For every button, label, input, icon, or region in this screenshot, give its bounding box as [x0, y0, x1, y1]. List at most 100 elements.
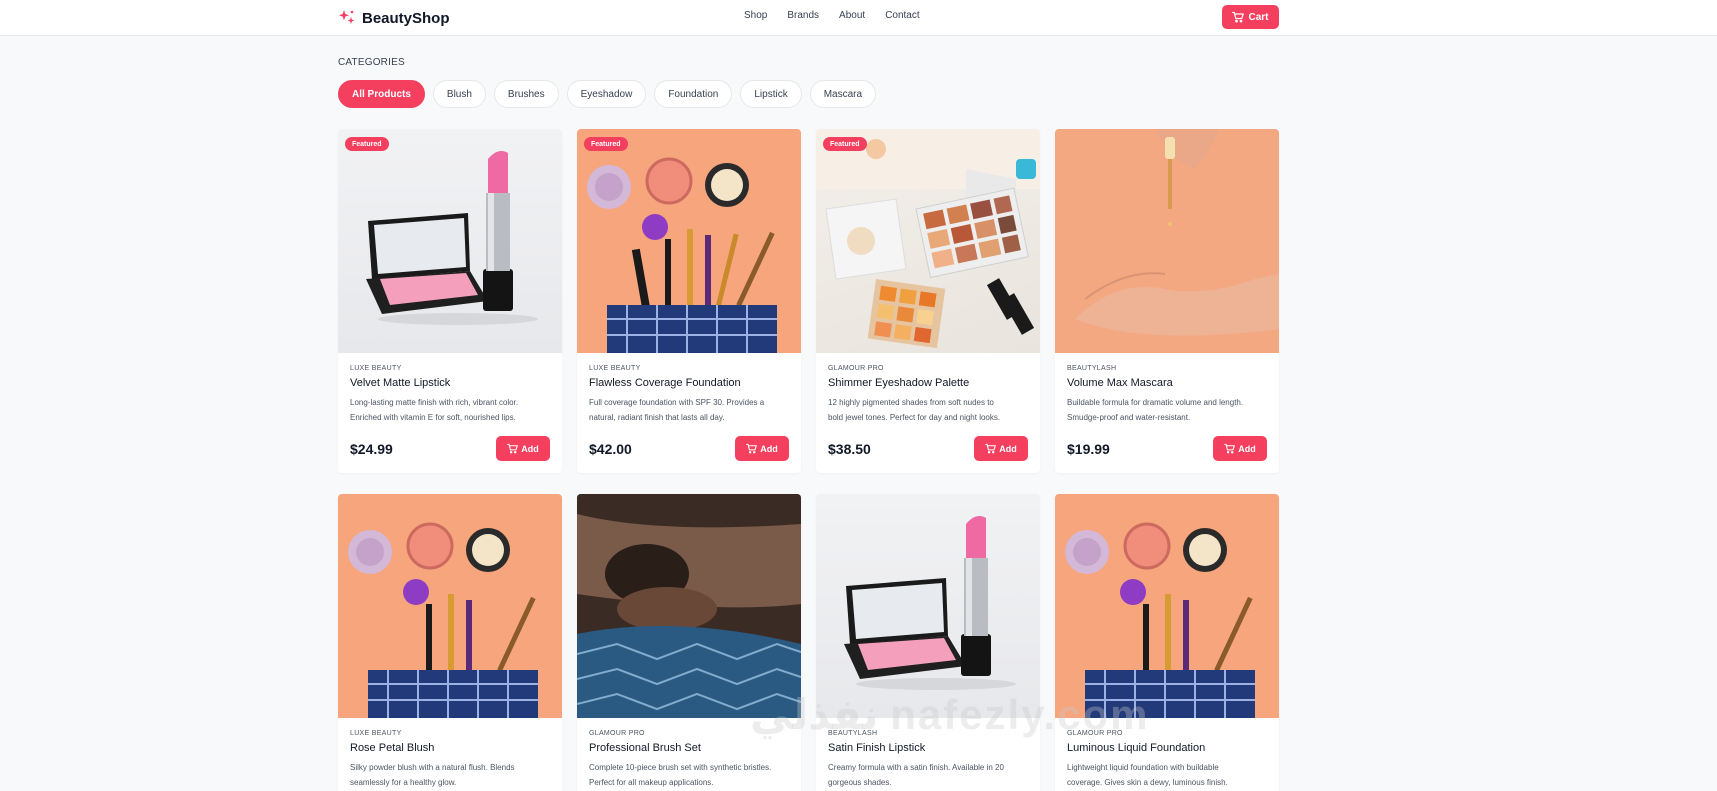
lipstick-compact-image	[366, 151, 538, 325]
product-name[interactable]: Shimmer Eyeshadow Palette	[828, 377, 1028, 389]
eyeshadow-palette-image	[816, 129, 1040, 349]
description-line: Full coverage foundation with SPF 30. Pr…	[589, 398, 765, 407]
product-name[interactable]: Professional Brush Set	[589, 742, 789, 754]
add-label: Add	[1238, 443, 1256, 454]
description-line: seamlessly for a healthy glow.	[350, 778, 457, 787]
product-card[interactable]: LUXE BEAUTY Rose Petal Blush Silky powde…	[338, 494, 562, 791]
product-image[interactable]	[816, 494, 1040, 718]
add-label: Add	[999, 443, 1017, 454]
product-card[interactable]: GLAMOUR PRO Professional Brush Set Compl…	[577, 494, 801, 791]
product-description: Buildable formula for dramatic volume an…	[1067, 395, 1267, 425]
product-name[interactable]: Satin Finish Lipstick	[828, 742, 1028, 754]
category-eyeshadow[interactable]: Eyeshadow	[566, 80, 647, 108]
category-all-products[interactable]: All Products	[338, 80, 425, 108]
product-name[interactable]: Luminous Liquid Foundation	[1067, 742, 1267, 754]
cart-icon	[507, 443, 519, 454]
product-description: Creamy formula with a satin finish. Avai…	[828, 760, 1028, 790]
product-price: $24.99	[350, 440, 393, 457]
add-to-cart-button[interactable]: Add	[496, 436, 550, 461]
description-line: Buildable formula for dramatic volume an…	[1067, 398, 1244, 407]
sparkle-icon	[339, 10, 355, 24]
description-line: natural, radiant finish that lasts all d…	[589, 413, 725, 422]
serum-dropper-image	[1075, 129, 1279, 336]
cart-label: Cart	[1248, 11, 1269, 23]
nav-brands[interactable]: Brands	[787, 10, 819, 21]
product-card[interactable]: BEAUTYLASH Volume Max Mascara Buildable …	[1055, 129, 1279, 473]
category-lipstick[interactable]: Lipstick	[740, 80, 802, 108]
makeup-flatlay-image	[587, 157, 777, 353]
product-image[interactable]	[338, 494, 562, 718]
product-image[interactable]	[577, 494, 801, 718]
category-mascara[interactable]: Mascara	[809, 80, 877, 108]
featured-badge: Featured	[584, 137, 628, 151]
product-price: $38.50	[828, 440, 871, 457]
lipstick-compact-image	[844, 516, 1016, 690]
spa-massage-image	[577, 494, 801, 718]
add-label: Add	[760, 443, 778, 454]
category-filter: All Products Blush Brushes Eyeshadow Fou…	[338, 80, 877, 108]
product-image[interactable]	[1055, 129, 1279, 353]
description-line: Enriched with vitamin E for soft, nouris…	[350, 413, 516, 422]
featured-badge: Featured	[823, 137, 867, 151]
description-line: Perfect for all makeup applications.	[589, 778, 714, 787]
description-line: Long-lasting matte finish with rich, vib…	[350, 398, 519, 407]
product-card[interactable]: BEAUTYLASH Satin Finish Lipstick Creamy …	[816, 494, 1040, 791]
product-price: $42.00	[589, 440, 632, 457]
product-card[interactable]: Featured LUXE BEAUTY Flawless Coverage F…	[577, 129, 801, 473]
product-name[interactable]: Rose Petal Blush	[350, 742, 550, 754]
product-name[interactable]: Velvet Matte Lipstick	[350, 377, 550, 389]
description-line: 12 highly pigmented shades from soft nud…	[828, 398, 994, 407]
nav-contact[interactable]: Contact	[885, 10, 919, 21]
description-line: gorgeous shades.	[828, 778, 892, 787]
product-price: $19.99	[1067, 440, 1110, 457]
cart-icon	[1232, 11, 1245, 23]
description-line: Smudge-proof and water-resistant.	[1067, 413, 1191, 422]
description-line: coverage. Gives skin a dewy, luminous fi…	[1067, 778, 1228, 787]
cart-icon	[746, 443, 758, 454]
product-name[interactable]: Flawless Coverage Foundation	[589, 377, 789, 389]
description-line: Creamy formula with a satin finish. Avai…	[828, 763, 1004, 772]
category-blush[interactable]: Blush	[432, 80, 486, 108]
product-description: 12 highly pigmented shades from soft nud…	[828, 395, 1028, 425]
product-description: Silky powder blush with a natural flush.…	[350, 760, 550, 790]
product-description: Long-lasting matte finish with rich, vib…	[350, 395, 550, 425]
category-brushes[interactable]: Brushes	[493, 80, 559, 108]
product-brand: GLAMOUR PRO	[828, 365, 884, 372]
featured-badge: Featured	[345, 137, 389, 151]
brand-logo[interactable]: BeautyShop	[338, 6, 450, 30]
product-image[interactable]: Featured	[338, 129, 562, 353]
cart-icon	[985, 443, 997, 454]
top-navbar: BeautyShop Shop Brands About Contact Car…	[0, 0, 1717, 36]
product-description: Lightweight liquid foundation with build…	[1067, 760, 1267, 790]
description-line: Lightweight liquid foundation with build…	[1067, 763, 1219, 772]
nav-about[interactable]: About	[839, 10, 865, 21]
product-image[interactable]: Featured	[577, 129, 801, 353]
cart-button[interactable]: Cart	[1222, 5, 1279, 29]
watermark: نفذلي nafezly.com	[750, 691, 1150, 738]
description-line: Complete 10-piece brush set with synthet…	[589, 763, 772, 772]
product-card[interactable]: GLAMOUR PRO Luminous Liquid Foundation L…	[1055, 494, 1279, 791]
add-to-cart-button[interactable]: Add	[974, 436, 1028, 461]
cart-icon	[1224, 443, 1236, 454]
brand-name: BeautyShop	[362, 9, 450, 27]
nav-shop[interactable]: Shop	[744, 10, 767, 21]
product-card[interactable]: Featured GLAMOUR PRO Shimmer Eyeshadow P…	[816, 129, 1040, 473]
product-image[interactable]	[1055, 494, 1279, 718]
product-description: Full coverage foundation with SPF 30. Pr…	[589, 395, 789, 425]
add-to-cart-button[interactable]: Add	[1213, 436, 1267, 461]
product-card[interactable]: Featured LUXE BEAUTY Velvet Matte Lipsti…	[338, 129, 562, 473]
category-foundation[interactable]: Foundation	[654, 80, 733, 108]
description-line: Silky powder blush with a natural flush.…	[350, 763, 515, 772]
product-name[interactable]: Volume Max Mascara	[1067, 377, 1267, 389]
add-to-cart-button[interactable]: Add	[735, 436, 789, 461]
add-label: Add	[521, 443, 539, 454]
categories-heading: CATEGORIES	[338, 57, 405, 68]
product-image[interactable]: Featured	[816, 129, 1040, 353]
makeup-flatlay-image	[348, 522, 538, 718]
makeup-flatlay-image	[1065, 522, 1255, 718]
product-brand: BEAUTYLASH	[1067, 365, 1117, 372]
product-brand: LUXE BEAUTY	[350, 730, 402, 737]
description-line: bold jewel tones. Perfect for day and ni…	[828, 413, 1001, 422]
main-nav: Shop Brands About Contact	[744, 10, 920, 21]
product-brand: LUXE BEAUTY	[589, 365, 641, 372]
